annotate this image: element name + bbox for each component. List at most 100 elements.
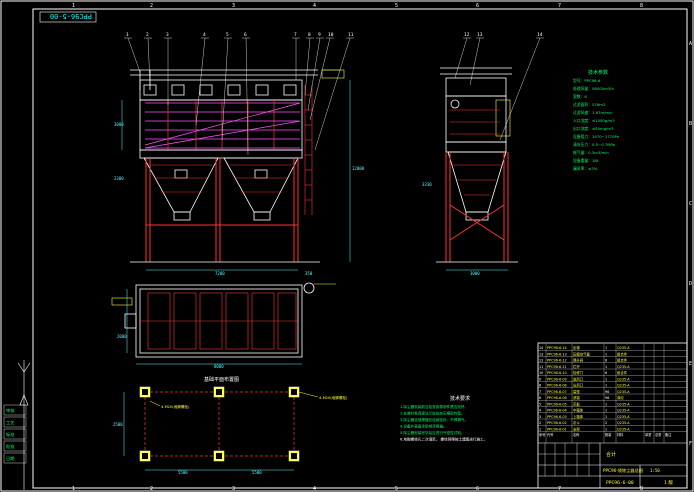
bom-cell: 6 bbox=[539, 396, 541, 400]
zone-label-top-4: 4 bbox=[313, 3, 316, 9]
bom-header-cell: 名称 bbox=[573, 432, 580, 437]
foundation-dim-1: 5500 bbox=[178, 470, 188, 475]
plan-dim-depth: 2000 bbox=[117, 334, 127, 339]
left-strip-item: 审核 bbox=[6, 407, 15, 414]
tech-spec-line: 清灰压力：0.5~0.7MPa bbox=[573, 142, 615, 147]
side-hopper bbox=[447, 151, 507, 213]
side-callout-14: 14 bbox=[537, 32, 543, 38]
plan-view: 8000 2000 bbox=[111, 282, 336, 369]
bom-cell: 7 bbox=[539, 390, 541, 394]
bom-cell: 13 bbox=[539, 352, 543, 356]
bom-cell: PPC96-6-10 bbox=[547, 371, 567, 375]
bom-cell: 出风口 bbox=[573, 383, 583, 388]
side-zone-labels: A B C D E F bbox=[689, 41, 692, 447]
bom-header-cell: 数量 bbox=[605, 432, 612, 437]
foundation-plan: 基础平面布置图 5500 5500 2500 4-M20(地脚螺栓) 4-M20… bbox=[113, 376, 348, 475]
tech-notes: 技术要求 1.除尘器安装前应检查各零部件是否完好。 2.安装时各连接法兰处应加石棉… bbox=[400, 395, 487, 442]
bom-cell: 10 bbox=[539, 371, 543, 375]
foundation-bolt-label-1: 4-M20(地脚螺栓) bbox=[161, 404, 190, 409]
bom-cell: 袋笼 bbox=[573, 389, 580, 394]
tech-note-line: 6.地脚螺栓孔二次灌浆。 螺栓预埋按土建图进行施工。 bbox=[400, 437, 487, 442]
bom-cell: 1 bbox=[539, 427, 541, 431]
bom-cell: Q235-A bbox=[617, 409, 630, 413]
front-callout-1: 1 bbox=[126, 32, 129, 38]
bom-cell: 上箱体 bbox=[573, 414, 584, 419]
side-callout-13: 13 bbox=[477, 32, 483, 38]
bom-cell: 支架 bbox=[573, 426, 580, 431]
bom-cell: 12 bbox=[539, 359, 543, 363]
front-callout-6: 6 bbox=[244, 32, 247, 38]
side-callouts: 12 13 14 bbox=[454, 32, 544, 141]
tech-spec-line: 型号：PPC96-6 bbox=[573, 78, 601, 83]
bom-cell: 6 bbox=[605, 371, 607, 375]
zone-label-top-5: 5 bbox=[395, 3, 398, 9]
bom-cell: 走梯 bbox=[573, 345, 580, 350]
bom-cell: Q235-A bbox=[617, 427, 630, 431]
foundation-title: 基础平面布置图 bbox=[204, 376, 239, 383]
tech-spec-line: 过滤面积：576m2 bbox=[573, 102, 606, 107]
tech-spec-line: 处理风量：56000m3/h bbox=[573, 86, 614, 91]
bom-header-cell: 备注 bbox=[665, 432, 672, 437]
bom-cell: 11 bbox=[539, 365, 543, 369]
tech-spec-line: 耗气量：0.3m3/min bbox=[573, 150, 609, 155]
bom-cell: PPC96-6-05 bbox=[547, 402, 567, 406]
cad-drawing-canvas: 1122334455667788 ABCDEF PPC96-5-00 7200 … bbox=[0, 0, 694, 492]
bom-cell: 14 bbox=[539, 346, 543, 350]
bom-cell: PPC96-6-08 bbox=[547, 384, 567, 388]
bom-table: 14 PPC96-6-14 走梯 1 Q235-A13 PPC96-6-13 压缩空气管 1 组… bbox=[537, 344, 688, 443]
bom-cell: Q235-A bbox=[617, 390, 630, 394]
bom-cell: 进风口 bbox=[573, 376, 583, 381]
hopper-right bbox=[223, 157, 299, 213]
bom-cell: 组合件 bbox=[617, 351, 628, 356]
bom-cell: 96 bbox=[605, 396, 609, 400]
front-callout-2: 2 bbox=[146, 32, 149, 38]
left-strip-item: 日期 bbox=[6, 456, 14, 462]
zone-label-bottom-2: 2 bbox=[150, 486, 153, 492]
drawing-number-corner-text: PPC96-5-00 bbox=[50, 12, 92, 20]
tech-spec-line: 入口浓度：≤1000g/m3 bbox=[573, 118, 615, 123]
front-callout-3: 3 bbox=[166, 32, 169, 38]
front-dim-width: 7200 bbox=[215, 271, 225, 276]
bom-cell: 5 bbox=[539, 402, 541, 406]
bom-cell: PPC96-6-04 bbox=[547, 409, 567, 413]
bom-cell: Q235-A bbox=[617, 346, 630, 350]
bom-cell: 9 bbox=[539, 377, 541, 381]
bom-cell: 压缩空气管 bbox=[573, 351, 591, 356]
bom-cell: PPC96-6-03 bbox=[547, 415, 567, 419]
bom-cell: 2 bbox=[539, 421, 541, 425]
zone-label-top-8: 8 bbox=[640, 3, 643, 9]
bom-header-cell: 单重 bbox=[645, 432, 652, 437]
bom-cell: Q235-A bbox=[617, 402, 630, 406]
front-callout-10: 10 bbox=[328, 32, 334, 38]
zone-label-right-E: E bbox=[689, 361, 692, 367]
tech-spec: 技术参数 型号：PPC96-6 处理风量：56000m3/h 室数：6 过滤面积：57… bbox=[573, 69, 619, 171]
tech-spec-line: 出口浓度：≤50mg/m3 bbox=[573, 126, 614, 131]
tech-notes-title: 技术要求 bbox=[450, 395, 470, 402]
bom-cell: 1 bbox=[605, 377, 607, 381]
tech-note-line: 4.设备外表面涂防锈漆两遍。 bbox=[400, 424, 447, 429]
bom-cell: 涤纶 bbox=[617, 395, 624, 400]
bom-cell: 1 bbox=[605, 415, 607, 419]
zone-label-bottom-6: 6 bbox=[476, 486, 479, 492]
bom-cell: PPC96-6-09 bbox=[547, 377, 567, 381]
bom-cell: 灰斗 bbox=[573, 420, 580, 425]
front-callout-4: 4 bbox=[203, 32, 206, 38]
bom-cell: Q235-A bbox=[617, 384, 630, 388]
title-block: 14 PPC96-6-14 走梯 1 Q235-A13 PPC96-6-13 压缩空气管 1 组… bbox=[537, 342, 688, 489]
side-dim-height: 3330 bbox=[422, 182, 432, 187]
hopper-left bbox=[143, 157, 219, 213]
bom-cell: PPC96-6-07 bbox=[547, 390, 567, 394]
bom-cell: Q235-A bbox=[617, 415, 630, 419]
side-view: 3000 3330 12 13 14 bbox=[422, 32, 544, 276]
bom-header-cell: 代号 bbox=[547, 432, 553, 437]
bom-header-cell: 序号 bbox=[539, 432, 545, 437]
front-callout-8: 8 bbox=[308, 32, 311, 38]
bom-cell: 96 bbox=[605, 390, 609, 394]
tech-spec-line: 室数：6 bbox=[573, 94, 587, 99]
left-strip-item: 标准 bbox=[6, 431, 14, 438]
bom-cell: 组合件 bbox=[617, 370, 628, 375]
zone-label-right-A: A bbox=[689, 41, 692, 47]
foundation-dim-2: 5500 bbox=[252, 470, 262, 475]
bom-cell: PPC96-6-11 bbox=[547, 365, 567, 369]
bom-cell: 6 bbox=[605, 359, 607, 363]
